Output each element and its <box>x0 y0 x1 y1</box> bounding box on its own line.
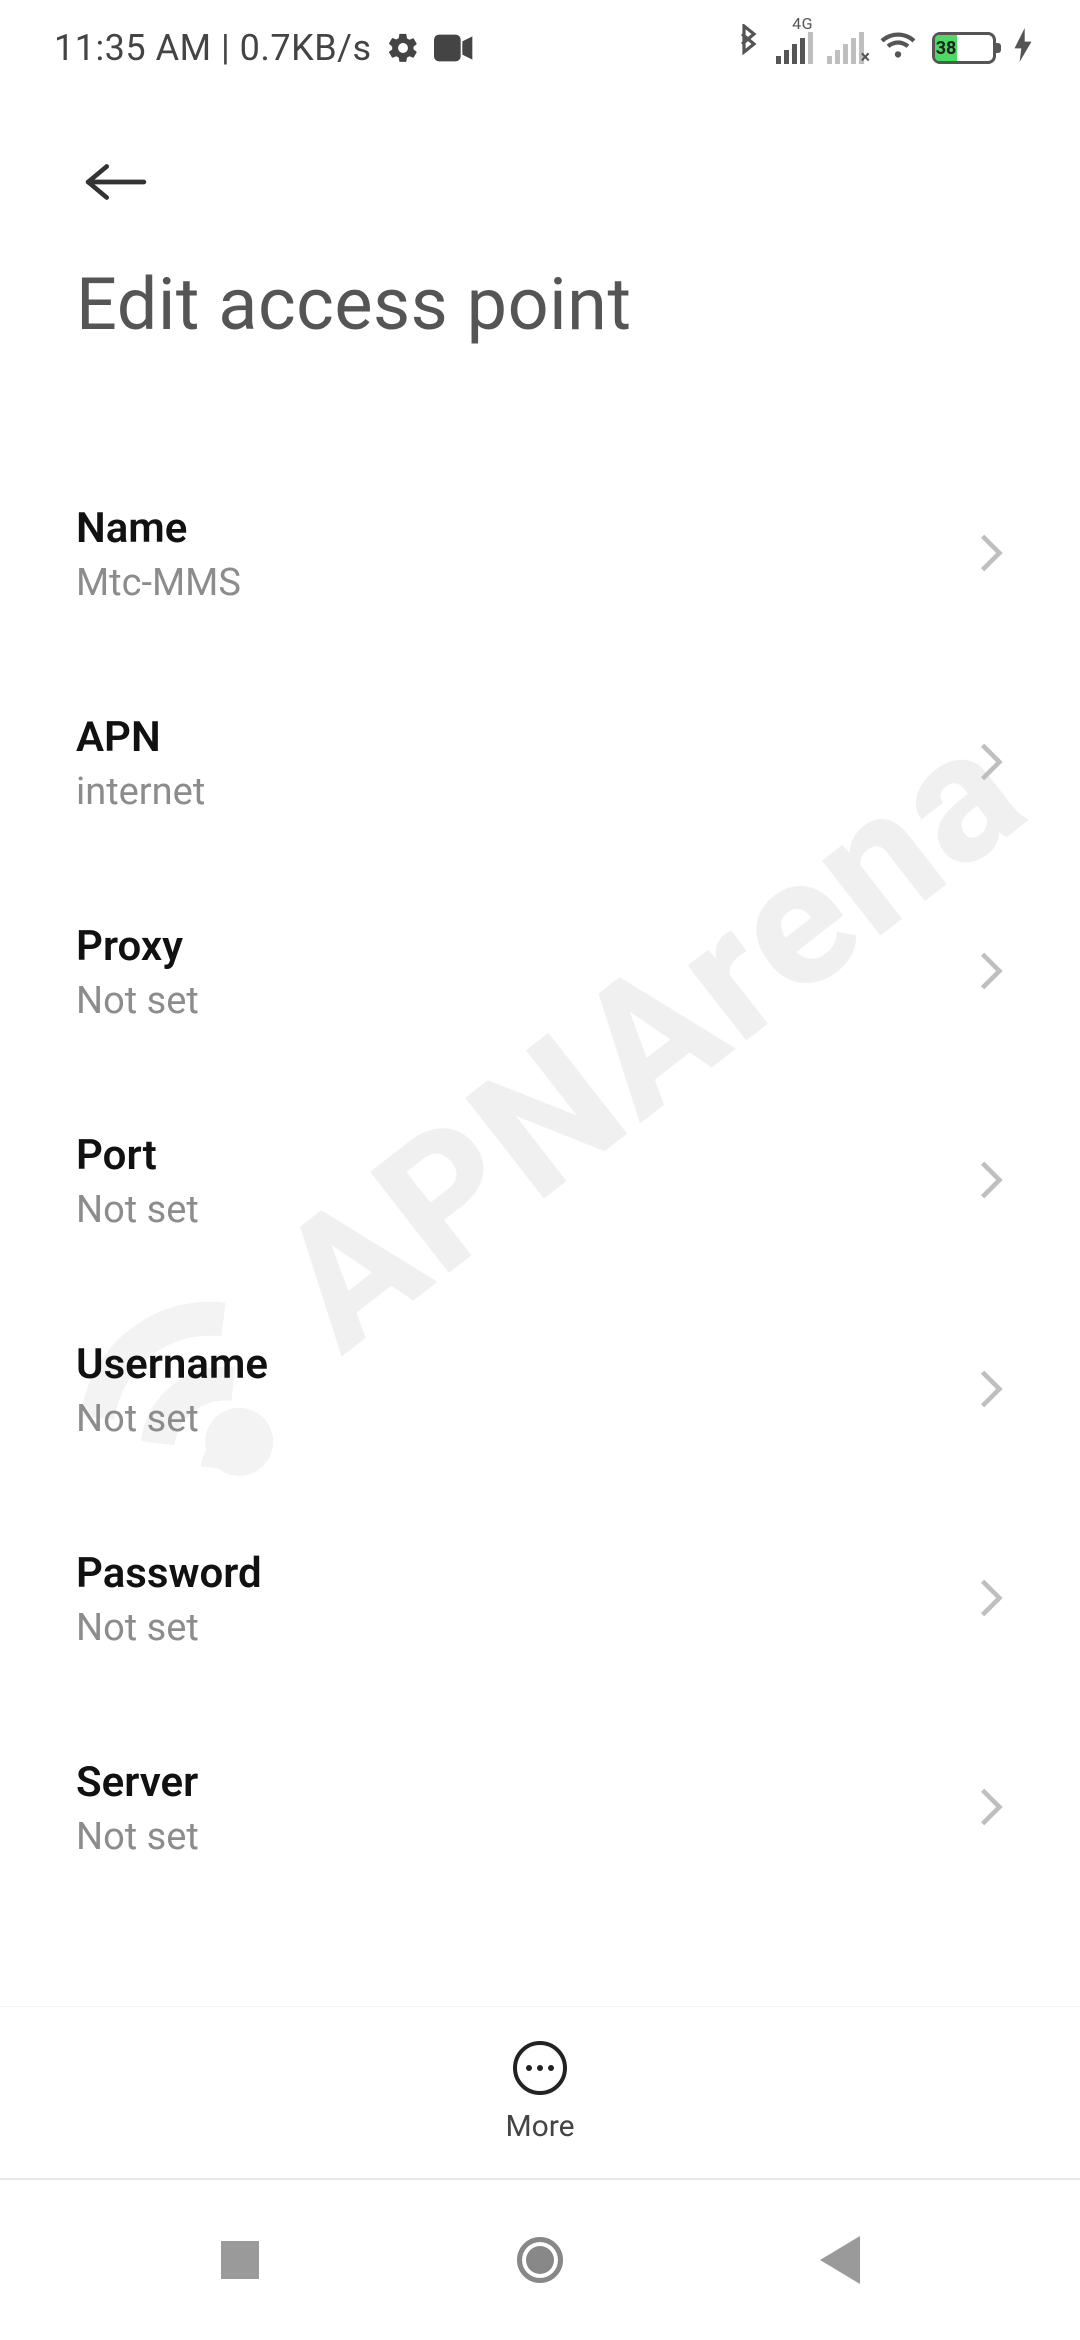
setting-value: Not set <box>76 1606 958 1650</box>
status-left: 11:35 AM | 0.7KB/s <box>54 27 474 69</box>
setting-username[interactable]: Username Not set <box>0 1286 1080 1495</box>
setting-port[interactable]: Port Not set <box>0 1077 1080 1286</box>
signal-sim1-icon: 4G <box>776 32 813 64</box>
arrow-left-icon <box>85 161 147 203</box>
setting-password[interactable]: Password Not set <box>0 1495 1080 1704</box>
setting-label: Username <box>76 1340 958 1389</box>
more-icon <box>513 2041 567 2095</box>
setting-label: Password <box>76 1549 958 1598</box>
status-right: 4G 38 <box>734 24 1032 72</box>
status-time: 11:35 AM <box>54 27 212 69</box>
setting-value: Not set <box>76 1188 958 1232</box>
network-label: 4G <box>792 14 813 33</box>
video-icon <box>434 34 474 62</box>
chevron-right-icon <box>978 1577 1004 1623</box>
setting-label: Server <box>76 1758 958 1807</box>
setting-value: internet <box>76 770 958 814</box>
setting-value: Mtc-MMS <box>76 561 958 605</box>
chevron-right-icon <box>978 1368 1004 1414</box>
nav-back-button[interactable] <box>800 2220 880 2300</box>
charging-icon <box>1014 28 1032 69</box>
signal-sim2-icon <box>827 32 864 64</box>
setting-label: Name <box>76 504 958 553</box>
more-label: More <box>505 2109 574 2144</box>
chevron-right-icon <box>978 532 1004 578</box>
setting-label: Port <box>76 1131 958 1180</box>
setting-value: Not set <box>76 979 958 1023</box>
setting-label: APN <box>76 713 958 762</box>
nav-home-button[interactable] <box>500 2220 580 2300</box>
more-button[interactable]: More <box>505 2041 574 2144</box>
system-nav-bar <box>0 2178 1080 2340</box>
square-icon <box>221 2241 259 2279</box>
header: Edit access point <box>0 82 1080 377</box>
bluetooth-icon <box>734 24 762 72</box>
status-time-datarate: 11:35 AM | 0.7KB/s <box>54 27 372 69</box>
setting-label: Proxy <box>76 922 958 971</box>
battery-percent: 38 <box>935 35 957 61</box>
chevron-right-icon <box>978 1159 1004 1205</box>
bottom-action-bar: More <box>0 2006 1080 2178</box>
status-data-rate: 0.7KB/s <box>240 27 372 69</box>
setting-server[interactable]: Server Not set <box>0 1704 1080 1913</box>
wifi-status-icon <box>878 28 918 68</box>
apn-settings-list: Name Mtc-MMS APN internet Proxy Not set … <box>0 450 1080 1960</box>
chevron-right-icon <box>978 950 1004 996</box>
circle-icon <box>517 2237 563 2283</box>
gear-icon <box>386 31 420 65</box>
back-button[interactable] <box>76 142 156 222</box>
setting-mmsc[interactable]: MMSC http://10.16.18.4:38090/was <box>0 1913 1080 1960</box>
setting-proxy[interactable]: Proxy Not set <box>0 868 1080 1077</box>
chevron-right-icon <box>978 741 1004 787</box>
chevron-right-icon <box>978 1786 1004 1832</box>
nav-recents-button[interactable] <box>200 2220 280 2300</box>
setting-value: Not set <box>76 1815 958 1859</box>
triangle-left-icon <box>820 2236 860 2284</box>
setting-apn[interactable]: APN internet <box>0 659 1080 868</box>
status-bar: 11:35 AM | 0.7KB/s 4G 38 <box>0 0 1080 82</box>
battery-icon: 38 <box>932 32 996 64</box>
setting-value: Not set <box>76 1397 958 1441</box>
setting-name[interactable]: Name Mtc-MMS <box>0 450 1080 659</box>
page-title: Edit access point <box>76 262 1004 347</box>
